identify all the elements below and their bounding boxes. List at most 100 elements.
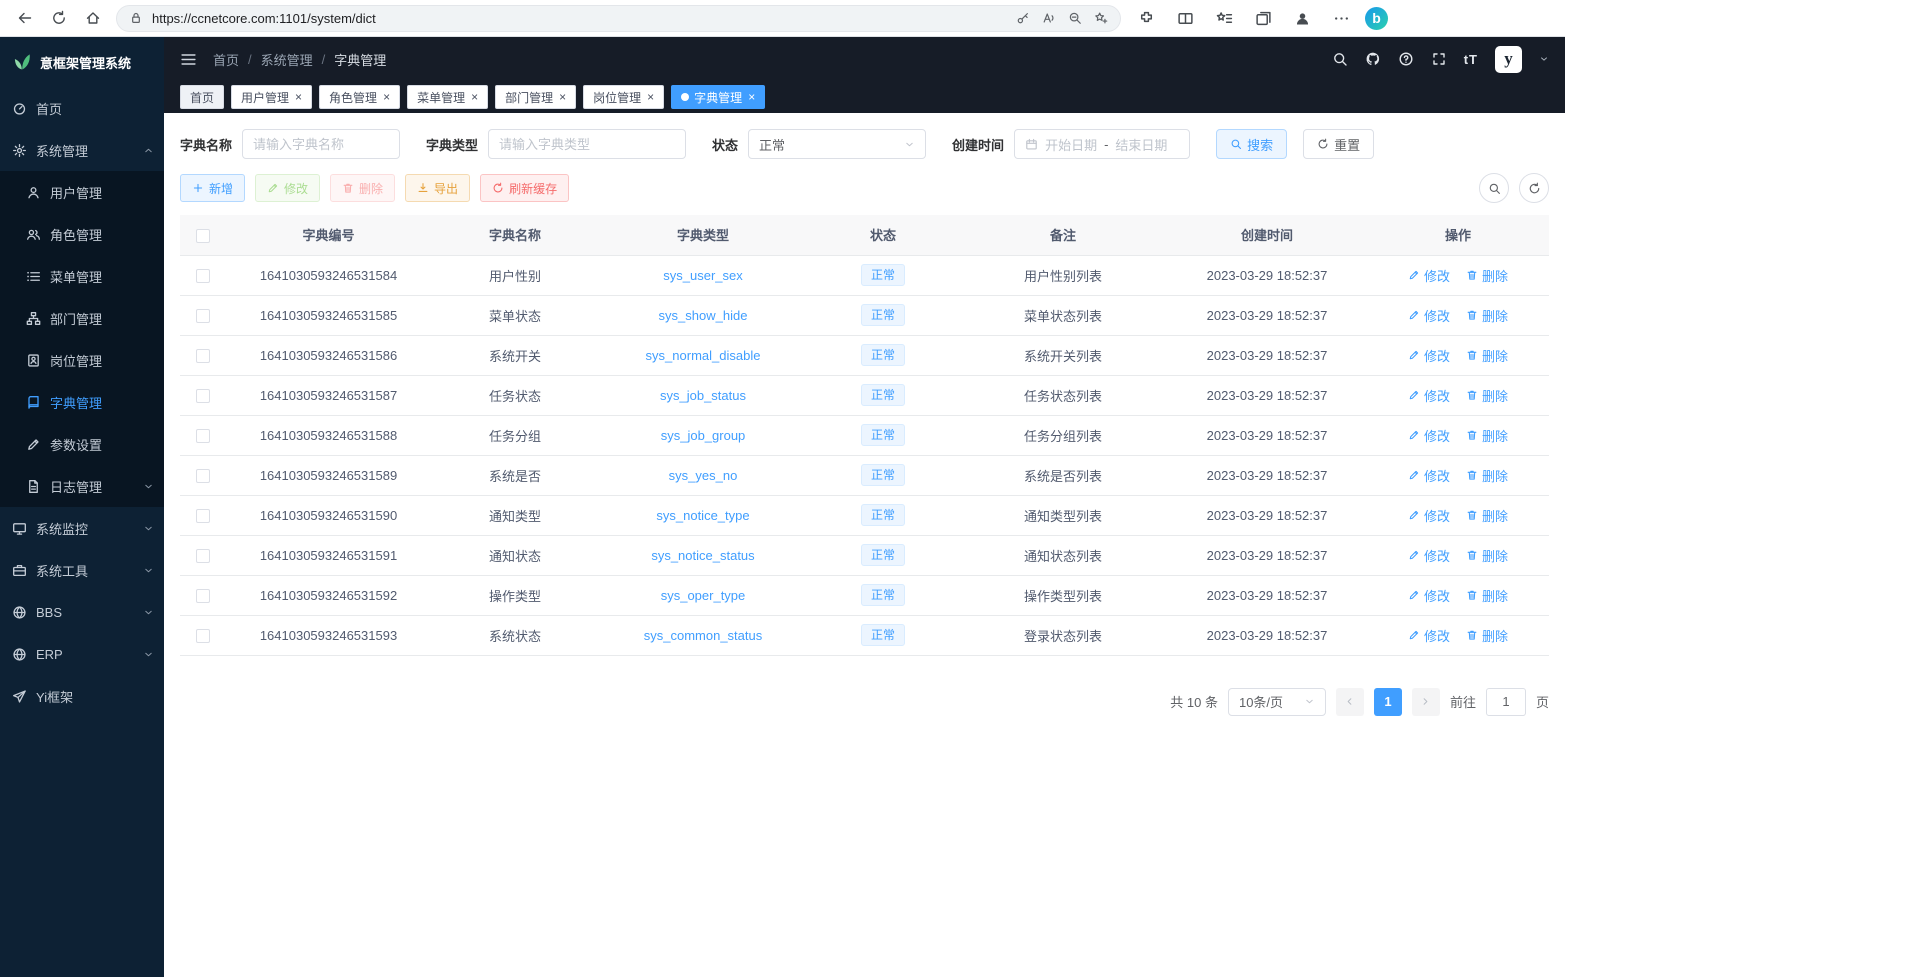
sidebar-item-菜单管理[interactable]: 菜单管理 <box>0 255 164 297</box>
table-search-button[interactable] <box>1479 173 1509 203</box>
row-delete-button[interactable]: 删除 <box>1466 306 1508 325</box>
row-edit-button[interactable]: 修改 <box>1408 266 1450 285</box>
row-edit-button[interactable]: 修改 <box>1408 346 1450 365</box>
edit-button[interactable]: 修改 <box>255 174 320 202</box>
font-size-button[interactable]: tT <box>1464 52 1478 67</box>
sidebar-item-日志管理[interactable]: 日志管理 <box>0 465 164 507</box>
dict-type-link[interactable]: sys_oper_type <box>661 588 746 603</box>
refresh-cache-button[interactable]: 刷新缓存 <box>480 174 569 202</box>
key-button[interactable] <box>1016 11 1030 25</box>
dict-name-input[interactable] <box>253 137 389 152</box>
sidebar-item-用户管理[interactable]: 用户管理 <box>0 171 164 213</box>
row-checkbox[interactable] <box>196 509 210 523</box>
read-aloud-button[interactable] <box>1042 11 1056 25</box>
sidebar-item-ERP[interactable]: ERP <box>0 633 164 675</box>
breadcrumb-item[interactable]: 首页 <box>213 50 239 69</box>
dict-type-link[interactable]: sys_yes_no <box>669 468 738 483</box>
row-checkbox[interactable] <box>196 629 210 643</box>
tab-close-icon[interactable]: × <box>559 91 566 103</box>
current-page-button[interactable]: 1 <box>1374 688 1402 716</box>
goto-page-input[interactable] <box>1486 688 1526 716</box>
dict-type-link[interactable]: sys_notice_type <box>656 508 749 523</box>
sidebar-item-参数设置[interactable]: 参数设置 <box>0 423 164 465</box>
dict-type-link[interactable]: sys_common_status <box>644 628 763 643</box>
dict-type-link[interactable]: sys_notice_status <box>651 548 754 563</box>
row-edit-button[interactable]: 修改 <box>1408 506 1450 525</box>
row-delete-button[interactable]: 删除 <box>1466 546 1508 565</box>
row-edit-button[interactable]: 修改 <box>1408 386 1450 405</box>
github-button[interactable] <box>1365 51 1381 67</box>
profile-button[interactable] <box>1287 4 1317 32</box>
row-delete-button[interactable]: 删除 <box>1466 266 1508 285</box>
collapse-sidebar-button[interactable] <box>180 51 197 68</box>
row-delete-button[interactable]: 删除 <box>1466 386 1508 405</box>
row-delete-button[interactable]: 删除 <box>1466 426 1508 445</box>
row-delete-button[interactable]: 删除 <box>1466 466 1508 485</box>
home-button[interactable] <box>78 4 108 32</box>
row-delete-button[interactable]: 删除 <box>1466 506 1508 525</box>
sidebar-item-系统管理[interactable]: 系统管理 <box>0 129 164 171</box>
extensions-button[interactable] <box>1131 4 1161 32</box>
sidebar-item-系统监控[interactable]: 系统监控 <box>0 507 164 549</box>
help-button[interactable] <box>1398 51 1414 67</box>
status-select[interactable]: 正常 <box>748 129 926 159</box>
dict-type-link[interactable]: sys_job_group <box>661 428 746 443</box>
url-bar[interactable]: https://ccnetcore.com:1101/system/dict <box>116 5 1121 32</box>
breadcrumb-item[interactable]: 字典管理 <box>334 50 386 69</box>
row-checkbox[interactable] <box>196 589 210 603</box>
reset-button[interactable]: 重置 <box>1303 129 1374 159</box>
page-size-select[interactable]: 10条/页 <box>1228 688 1326 716</box>
row-edit-button[interactable]: 修改 <box>1408 546 1450 565</box>
dict-type-link[interactable]: sys_job_status <box>660 388 746 403</box>
row-checkbox[interactable] <box>196 389 210 403</box>
search-button[interactable]: 搜索 <box>1216 129 1287 159</box>
dict-type-input[interactable] <box>499 137 675 152</box>
more-menu-button[interactable] <box>1326 4 1356 32</box>
tab-角色管理[interactable]: 角色管理× <box>319 85 400 109</box>
row-checkbox[interactable] <box>196 349 210 363</box>
date-range-picker[interactable]: 开始日期 - 结束日期 <box>1014 129 1190 159</box>
sidebar-item-部门管理[interactable]: 部门管理 <box>0 297 164 339</box>
back-button[interactable] <box>10 4 40 32</box>
zoom-out-button[interactable] <box>1068 11 1082 25</box>
tab-岗位管理[interactable]: 岗位管理× <box>583 85 664 109</box>
export-button[interactable]: 导出 <box>405 174 470 202</box>
row-delete-button[interactable]: 删除 <box>1466 626 1508 645</box>
sidebar-item-字典管理[interactable]: 字典管理 <box>0 381 164 423</box>
tab-菜单管理[interactable]: 菜单管理× <box>407 85 488 109</box>
sidebar-item-岗位管理[interactable]: 岗位管理 <box>0 339 164 381</box>
sidebar-item-BBS[interactable]: BBS <box>0 591 164 633</box>
refresh-button[interactable] <box>44 4 74 32</box>
row-checkbox[interactable] <box>196 549 210 563</box>
dict-type-link[interactable]: sys_user_sex <box>663 268 742 283</box>
table-refresh-button[interactable] <box>1519 173 1549 203</box>
split-screen-button[interactable] <box>1170 4 1200 32</box>
dict-type-link[interactable]: sys_show_hide <box>659 308 748 323</box>
tab-close-icon[interactable]: × <box>647 91 654 103</box>
next-page-button[interactable] <box>1412 688 1440 716</box>
copilot-icon[interactable]: b <box>1365 7 1388 30</box>
favorites-bar-button[interactable] <box>1209 4 1239 32</box>
header-search-button[interactable] <box>1332 51 1348 67</box>
tab-close-icon[interactable]: × <box>295 91 302 103</box>
row-edit-button[interactable]: 修改 <box>1408 586 1450 605</box>
select-all-checkbox[interactable] <box>196 229 210 243</box>
user-logo[interactable]: y <box>1495 46 1522 73</box>
row-edit-button[interactable]: 修改 <box>1408 426 1450 445</box>
tab-close-icon[interactable]: × <box>748 91 755 103</box>
sidebar-item-Yi框架[interactable]: Yi框架 <box>0 675 164 717</box>
row-edit-button[interactable]: 修改 <box>1408 626 1450 645</box>
sidebar-item-系统工具[interactable]: 系统工具 <box>0 549 164 591</box>
collections-button[interactable] <box>1248 4 1278 32</box>
tab-首页[interactable]: 首页 <box>180 85 224 109</box>
row-delete-button[interactable]: 删除 <box>1466 346 1508 365</box>
row-checkbox[interactable] <box>196 309 210 323</box>
fullscreen-button[interactable] <box>1431 51 1447 67</box>
row-checkbox[interactable] <box>196 429 210 443</box>
sidebar-item-角色管理[interactable]: 角色管理 <box>0 213 164 255</box>
favorite-add-button[interactable] <box>1094 11 1108 25</box>
dict-type-link[interactable]: sys_normal_disable <box>646 348 761 363</box>
sidebar-item-首页[interactable]: 首页 <box>0 87 164 129</box>
tab-close-icon[interactable]: × <box>471 91 478 103</box>
row-checkbox[interactable] <box>196 469 210 483</box>
